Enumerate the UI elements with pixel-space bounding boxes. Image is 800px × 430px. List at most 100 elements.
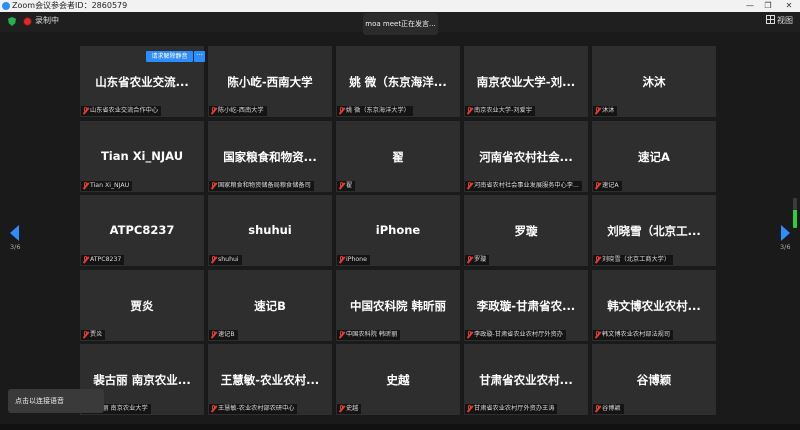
recording-icon [24, 18, 31, 25]
participant-tile[interactable]: 王慧敏-农业农村... 王慧敏-农业农村部农研中心 [208, 344, 332, 415]
participant-gallery: 山东省农业交流... 山东省农业交流合作中心 陈小屹-西南大学 陈小屹-西南大学姚 微… [80, 46, 720, 416]
maximize-button[interactable]: ❐ [759, 0, 777, 12]
participant-tile[interactable]: 李政璇-甘肃省农... 李政璇-甘肃省农业农村厅外资办 [464, 269, 588, 341]
participant-full-name: 甘肃省农业农村厅外资办王涛 [474, 405, 555, 412]
participant-full-name: shuhui [218, 256, 239, 263]
muted-microphone-icon [339, 405, 344, 413]
participant-full-name: 山东省农业交流合作中心 [90, 107, 159, 114]
participant-label: 王慧敏-农业农村部农研中心 [209, 404, 298, 414]
participant-display-name: 中国农科院 韩昕丽 [349, 298, 446, 313]
participant-full-name: 罗璇 [474, 256, 487, 263]
participant-label: 韩文博农业农村部法规司 [593, 329, 674, 340]
participant-tile[interactable]: 姚 微（东京海洋... 姚 微（东京海洋大学） [336, 46, 460, 117]
close-button[interactable]: ✕ [780, 0, 798, 12]
muted-microphone-icon [339, 256, 344, 264]
participant-display-name: 裴古丽 南京农业... [93, 373, 191, 387]
participant-label: 南京农业大学-刘爱宇 [465, 106, 535, 116]
participant-tile[interactable]: 中国农科院 韩昕丽 中国农科院 韩昕丽 [336, 269, 460, 341]
participant-label: shuhui [209, 255, 242, 265]
participant-tile[interactable]: 翟翟 [336, 120, 460, 192]
participant-display-name: 南京农业大学-刘... [476, 75, 576, 89]
participant-full-name: 速记B [218, 330, 235, 338]
participant-tile[interactable]: 河南省农村社会... 河南省农村社会事业发展服务中心李... [464, 120, 588, 192]
participant-tile[interactable]: 刘晓雪（北京工... 刘晓雪（北京工商大学） [592, 195, 716, 266]
muted-microphone-icon [595, 181, 600, 190]
muted-microphone-icon [467, 181, 472, 190]
participant-tile[interactable]: 史越 史越 [336, 344, 460, 415]
window-title-bar: Zoom会议参会者ID：2860579 — ❐ ✕ [0, 0, 800, 12]
muted-microphone-icon [211, 330, 216, 339]
participant-tile[interactable]: 贾炎 贾炎 [80, 269, 204, 341]
request-unmute-button[interactable]: 请求解除静音 [146, 51, 193, 62]
active-speaker-indicator: moa meet正在发言... [363, 13, 438, 35]
muted-microphone-icon [339, 330, 344, 339]
muted-microphone-icon [467, 256, 472, 264]
bottom-toolbar [0, 424, 800, 430]
participant-full-name: ATPC8237 [90, 256, 122, 263]
muted-microphone-icon [211, 107, 216, 115]
zoom-logo-icon [2, 2, 10, 10]
participant-label: 李政璇-甘肃省农业农村厅外资办 [465, 329, 566, 340]
window-title: Zoom会议参会者ID：2860579 [12, 1, 128, 10]
participant-full-name: 沐沐 [602, 107, 615, 114]
participant-full-name: 谷博颖 [602, 405, 621, 412]
page-indicator-right: 3/6 [780, 243, 791, 251]
participant-display-name: 沐沐 [642, 75, 666, 89]
participant-tile[interactable]: 国家粮食和物资... 国家粮食和物资储备局粮食储备司 [208, 120, 332, 192]
participant-full-name: 南京农业大学-刘爱宇 [474, 107, 532, 114]
participant-display-name: 姚 微（东京海洋... [349, 75, 447, 89]
participant-label: 河南省农村社会事业发展服务中心李... [465, 180, 582, 191]
participant-full-name: 速记A [602, 181, 619, 189]
participant-display-name: 河南省农村社会... [479, 149, 573, 164]
participant-tile[interactable]: 罗璇 罗璇 [464, 195, 588, 266]
participant-tile[interactable]: 南京农业大学-刘... 南京农业大学-刘爱宇 [464, 46, 588, 117]
audio-level-meter [793, 198, 797, 228]
participant-display-name: 刘晓雪（北京工... [607, 224, 701, 238]
participant-full-name: 贾炎 [90, 330, 103, 338]
participant-label: 谷博颖 [593, 404, 624, 414]
participant-label: 沐沐 [593, 106, 618, 116]
participant-tile[interactable]: 甘肃省农业农村... 甘肃省农业农村厅外资办王涛 [464, 344, 588, 415]
participant-label: 甘肃省农业农村厅外资办王涛 [465, 404, 558, 414]
participant-full-name: 李政璇-甘肃省农业农村厅外资办 [474, 330, 563, 338]
participant-label: 国家粮食和物资储备局粮食储备司 [209, 180, 314, 191]
view-label: 视图 [777, 16, 793, 25]
participant-tile[interactable]: 陈小屹-西南大学 陈小屹-西南大学 [208, 46, 332, 117]
participant-label: 中国农科院 韩昕丽 [337, 329, 401, 340]
participant-label: 姚 微（东京海洋大学） [337, 106, 413, 116]
muted-microphone-icon [211, 181, 216, 190]
participant-display-name: 甘肃省农业农村... [479, 373, 573, 387]
participant-display-name: 韩文博农业农村... [607, 298, 701, 313]
participant-tile[interactable]: iPhone iPhone [336, 195, 460, 266]
participant-label: Tian Xi_NJAU [81, 180, 133, 191]
participant-display-name: 史越 [386, 373, 410, 387]
participant-tile[interactable]: 沐沐 沐沐 [592, 46, 716, 117]
participant-tile[interactable]: 速记B 速记B [208, 269, 332, 341]
participant-tile[interactable]: shuhui shuhui [208, 195, 332, 266]
participant-tile[interactable]: 谷博颖 谷博颖 [592, 344, 716, 415]
muted-microphone-icon [595, 107, 600, 115]
participant-tile[interactable]: 韩文博农业农村... 韩文博农业农村部法规司 [592, 269, 716, 341]
minimize-button[interactable]: — [741, 0, 759, 12]
muted-microphone-icon [467, 330, 472, 339]
join-audio-toast[interactable]: 点击以连接语音 [8, 389, 104, 413]
muted-microphone-icon [467, 107, 472, 115]
participant-full-name: 国家粮食和物资储备局粮食储备司 [218, 181, 311, 189]
muted-microphone-icon [83, 181, 88, 190]
more-options-button[interactable]: ··· [194, 51, 205, 62]
participant-tile[interactable]: 速记A 速记A [592, 120, 716, 192]
participant-tile[interactable]: ATPC8237 ATPC8237 [80, 195, 204, 266]
participant-tile[interactable]: Tian Xi_NJAU Tian Xi_NJAU [80, 120, 204, 192]
participant-full-name: Tian Xi_NJAU [90, 181, 130, 189]
muted-microphone-icon [339, 181, 344, 190]
next-page-arrow-icon[interactable] [781, 225, 790, 241]
muted-microphone-icon [595, 405, 600, 413]
participant-label: ATPC8237 [81, 255, 125, 265]
participant-display-name: ATPC8237 [109, 223, 175, 237]
participant-label: 速记A [593, 180, 622, 191]
participant-label: 陈小屹-西南大学 [209, 106, 267, 116]
participant-display-name: 李政璇-甘肃省农... [476, 298, 576, 313]
participant-full-name: 刘晓雪（北京工商大学） [602, 256, 671, 263]
previous-page-arrow-icon[interactable] [10, 225, 19, 241]
view-button[interactable]: 视图 [766, 15, 793, 26]
